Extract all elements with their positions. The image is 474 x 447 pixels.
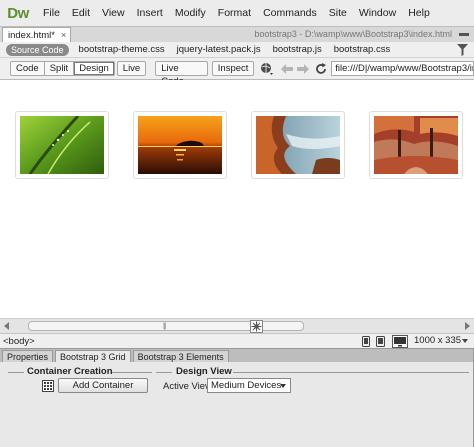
forward-arrow-icon[interactable] bbox=[297, 62, 310, 76]
coastal-rocks-photo bbox=[256, 116, 340, 174]
view-mode-group: Code Split Design bbox=[10, 61, 115, 76]
grass-photo bbox=[20, 116, 104, 174]
back-arrow-icon[interactable] bbox=[280, 62, 294, 76]
add-container-button[interactable]: Add Container bbox=[58, 378, 148, 393]
image-thumbnail[interactable] bbox=[133, 111, 227, 179]
resize-handle-icon[interactable] bbox=[250, 320, 263, 333]
container-creation-heading: Container Creation bbox=[27, 366, 113, 377]
tab-bootstrap3-grid[interactable]: Bootstrap 3 Grid bbox=[55, 350, 131, 362]
divider bbox=[8, 372, 24, 373]
bootstrap-grid-panel: Container Creation Design View Add Conta… bbox=[0, 362, 474, 447]
document-tab-bar: index.html* × bootstrap3 - D:\wamp\www\B… bbox=[0, 26, 474, 42]
grip-icon: ||| bbox=[163, 323, 167, 330]
chevron-down-icon bbox=[280, 384, 286, 388]
design-view-heading: Design View bbox=[176, 366, 232, 377]
image-thumbnail[interactable] bbox=[369, 111, 463, 179]
divider bbox=[156, 372, 172, 373]
inspect-button[interactable]: Inspect bbox=[211, 61, 255, 76]
code-view-button[interactable]: Code bbox=[11, 62, 45, 75]
panel-tab-bar: Properties Bootstrap 3 Grid Bootstrap 3 … bbox=[0, 348, 474, 362]
scroll-right-arrow-icon[interactable] bbox=[465, 322, 470, 330]
address-input[interactable]: file:///D|/wamp/www/Bootstrap3/index. bbox=[331, 61, 474, 76]
tablet-size-icon[interactable] bbox=[376, 336, 385, 347]
horizontal-scrollbar[interactable]: ||| bbox=[0, 318, 474, 333]
menu-file[interactable]: File bbox=[37, 0, 66, 26]
scroll-left-arrow-icon[interactable] bbox=[4, 322, 9, 330]
related-file-bootstrap-theme-css[interactable]: bootstrap-theme.css bbox=[73, 44, 171, 55]
active-view-label: Active View bbox=[163, 381, 212, 392]
window-size-menu[interactable]: 1000 x 335 bbox=[414, 335, 461, 346]
live-view-button[interactable]: Live bbox=[116, 61, 147, 76]
design-view-button[interactable]: Design bbox=[74, 62, 114, 75]
chevron-down-icon[interactable] bbox=[462, 339, 468, 343]
tag-selector[interactable]: <body> bbox=[3, 336, 35, 347]
refresh-icon[interactable] bbox=[314, 62, 327, 76]
menu-edit[interactable]: Edit bbox=[66, 0, 96, 26]
close-icon[interactable]: × bbox=[61, 30, 66, 40]
related-file-bootstrap-css[interactable]: bootstrap.css bbox=[328, 44, 397, 55]
tab-bootstrap3-elements[interactable]: Bootstrap 3 Elements bbox=[132, 350, 229, 362]
menu-window[interactable]: Window bbox=[353, 0, 402, 26]
tab-properties[interactable]: Properties bbox=[2, 350, 54, 362]
document-path: bootstrap3 - D:\wamp\www\Bootstrap3\inde… bbox=[254, 29, 452, 39]
collapse-icon[interactable]: ▬ bbox=[459, 28, 469, 39]
globe-icon[interactable] bbox=[260, 62, 274, 76]
grid-icon bbox=[42, 380, 54, 392]
menu-commands[interactable]: Commands bbox=[257, 0, 323, 26]
menu-modify[interactable]: Modify bbox=[169, 0, 212, 26]
related-file-source-code[interactable]: Source Code bbox=[6, 43, 69, 56]
design-view-canvas[interactable] bbox=[0, 80, 474, 318]
document-toolbar: Code Split Design Live Live Code Inspect… bbox=[0, 58, 474, 87]
related-file-bootstrap-js[interactable]: bootstrap.js bbox=[267, 44, 328, 55]
autumn-trees-photo bbox=[374, 116, 458, 174]
active-view-value: Medium Devices bbox=[211, 380, 282, 391]
menu-help[interactable]: Help bbox=[402, 0, 436, 26]
image-thumbnail[interactable] bbox=[15, 111, 109, 179]
mobile-size-icon[interactable] bbox=[362, 336, 370, 347]
menu-insert[interactable]: Insert bbox=[131, 0, 169, 26]
related-files-bar: Source Code bootstrap-theme.css jquery-l… bbox=[0, 42, 474, 58]
document-tab[interactable]: index.html* × bbox=[2, 27, 72, 42]
desktop-size-icon[interactable] bbox=[392, 335, 408, 348]
divider bbox=[233, 372, 469, 373]
active-view-select[interactable]: Medium Devices bbox=[207, 378, 291, 393]
sunset-lake-photo bbox=[138, 116, 222, 174]
related-file-jquery-latest-js[interactable]: jquery-latest.pack.js bbox=[171, 44, 267, 55]
menu-bar: Dw File Edit View Insert Modify Format C… bbox=[0, 0, 474, 26]
menu-site[interactable]: Site bbox=[323, 0, 353, 26]
divider bbox=[112, 372, 152, 373]
live-code-button[interactable]: Live Code bbox=[155, 61, 208, 87]
filter-icon[interactable] bbox=[457, 44, 468, 56]
status-bar: <body> 1000 x 335 bbox=[0, 333, 474, 348]
image-thumbnail[interactable] bbox=[251, 111, 345, 179]
menu-format[interactable]: Format bbox=[212, 0, 257, 26]
menu-view[interactable]: View bbox=[96, 0, 131, 26]
split-view-button[interactable]: Split bbox=[45, 62, 75, 75]
document-tab-label: index.html* bbox=[8, 29, 55, 41]
dreamweaver-logo: Dw bbox=[7, 4, 29, 22]
